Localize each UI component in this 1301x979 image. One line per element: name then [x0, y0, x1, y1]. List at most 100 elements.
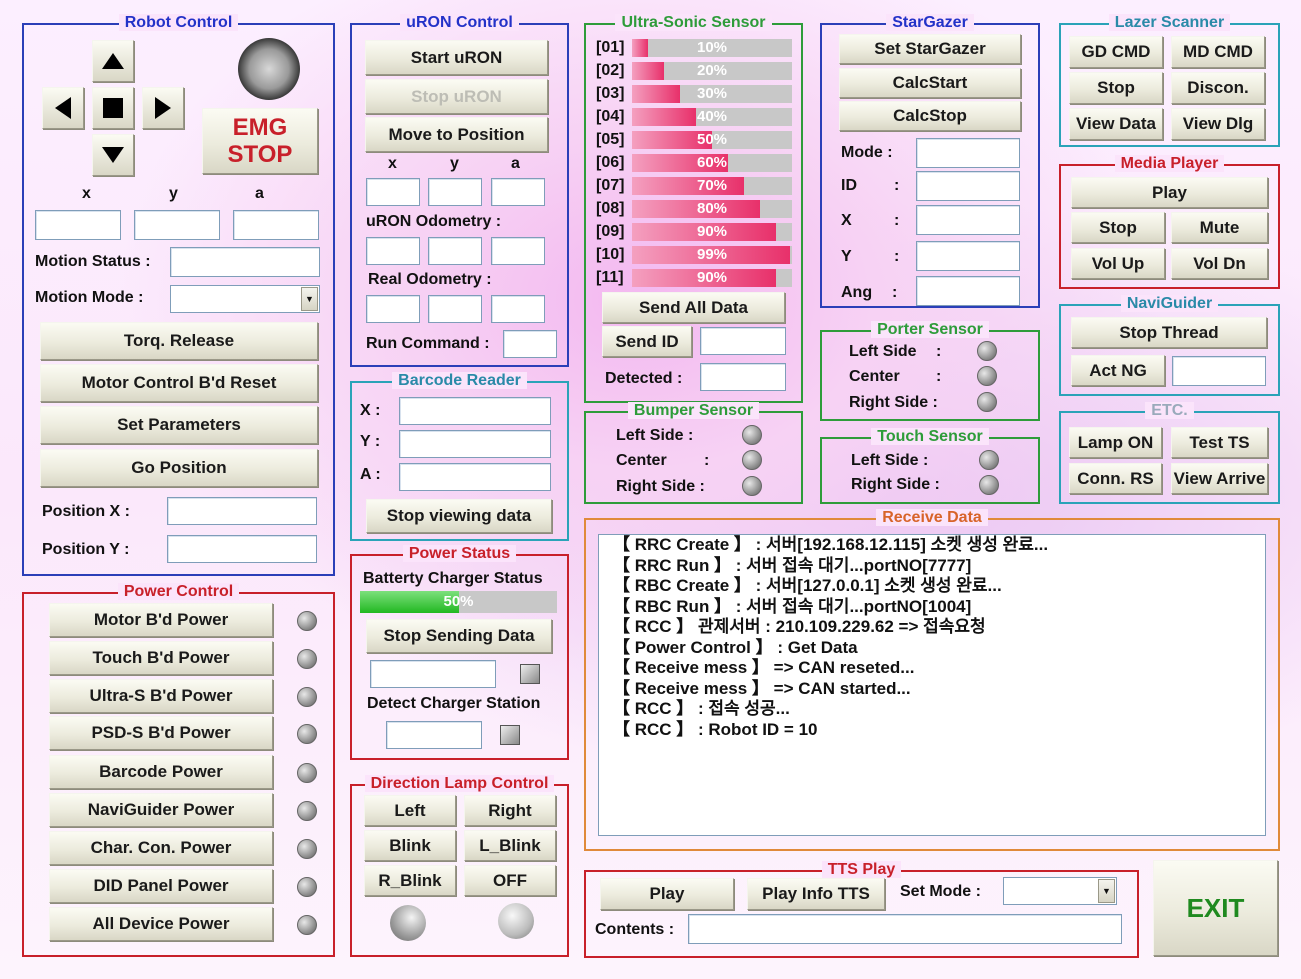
- lazer-discon-button[interactable]: Discon.: [1171, 72, 1265, 104]
- lamp-l-blink-button[interactable]: L_Blink: [464, 830, 556, 861]
- motion-mode-label: Motion Mode :: [35, 289, 144, 306]
- charger-status-field: [370, 660, 496, 688]
- stop-thread-button[interactable]: Stop Thread: [1071, 317, 1267, 348]
- ultrasonic-percent-text: 90%: [696, 269, 728, 286]
- media-mute-button[interactable]: Mute: [1171, 212, 1268, 243]
- porter-right-led: [977, 392, 997, 412]
- log-line: 【 RBC Run 】 : 서버 접속 대기...portNO[1004]: [613, 596, 972, 616]
- go-position-button[interactable]: Go Position: [40, 449, 318, 487]
- act-ng-input[interactable]: [1172, 356, 1266, 386]
- lazer-stop-button[interactable]: Stop: [1069, 72, 1163, 104]
- uron-y-input[interactable]: [428, 178, 482, 206]
- md-cmd-button[interactable]: MD CMD: [1171, 36, 1265, 68]
- view-data-button[interactable]: View Data: [1069, 108, 1163, 140]
- gd-cmd-button[interactable]: GD CMD: [1069, 36, 1163, 68]
- ultrasonic-row: [10] 99%: [596, 245, 792, 265]
- motion-mode-select[interactable]: ▼: [170, 285, 320, 313]
- porter-sensor-title: Porter Sensor: [871, 321, 989, 338]
- vol-dn-button[interactable]: Vol Dn: [1171, 248, 1268, 279]
- torq-release-button[interactable]: Torq. Release: [40, 322, 318, 360]
- ultrasonic-row: [06] 60%: [596, 153, 792, 173]
- log-line: 【 RCC 】 : Robot ID = 10: [613, 719, 818, 739]
- power-item-button[interactable]: Motor B'd Power: [49, 603, 273, 637]
- exit-button[interactable]: EXIT: [1153, 860, 1278, 956]
- uron-a-input[interactable]: [491, 178, 545, 206]
- power-status-led: [297, 724, 317, 744]
- ultrasonic-bar: 60%: [632, 154, 792, 172]
- emg-stop-button[interactable]: EMG STOP: [202, 108, 318, 174]
- move-right-button[interactable]: [142, 87, 184, 129]
- power-item-button[interactable]: Touch B'd Power: [49, 641, 273, 675]
- power-item-button[interactable]: Char. Con. Power: [49, 831, 273, 865]
- media-stop-button[interactable]: Stop: [1071, 212, 1165, 243]
- conn-rs-button[interactable]: Conn. RS: [1069, 463, 1162, 494]
- stargazer-y-field: [916, 241, 1020, 271]
- send-id-input[interactable]: [700, 327, 786, 355]
- power-item-button[interactable]: NaviGuider Power: [49, 793, 273, 827]
- start-uron-button[interactable]: Start uRON: [365, 40, 548, 75]
- stargazer-x-colon: :: [894, 212, 900, 229]
- move-to-position-button[interactable]: Move to Position: [365, 117, 548, 152]
- power-item-button[interactable]: Ultra-S B'd Power: [49, 679, 273, 713]
- send-id-button[interactable]: Send ID: [602, 326, 692, 357]
- power-item-button[interactable]: DID Panel Power: [49, 869, 273, 903]
- stop-move-button[interactable]: [92, 87, 134, 129]
- motor-reset-button[interactable]: Motor Control B'd Reset: [40, 364, 318, 402]
- ultrasonic-row: [09] 90%: [596, 222, 792, 242]
- direction-lamp-title: Direction Lamp Control: [364, 775, 555, 792]
- position-x-label: Position X :: [42, 503, 130, 520]
- view-arrive-button[interactable]: View Arrive: [1171, 463, 1268, 494]
- ultrasonic-bar: 90%: [632, 269, 792, 287]
- run-command-input[interactable]: [503, 330, 557, 358]
- contents-input[interactable]: [688, 914, 1122, 944]
- lamp-blink-button[interactable]: Blink: [364, 830, 456, 861]
- robot-x-input[interactable]: [35, 210, 121, 240]
- send-all-data-button[interactable]: Send All Data: [602, 292, 785, 323]
- bumper-center-colon: :: [704, 452, 710, 469]
- real-odometry-x: [366, 295, 420, 323]
- position-x-input[interactable]: [167, 497, 317, 525]
- media-play-button[interactable]: Play: [1071, 177, 1268, 208]
- move-left-button[interactable]: [42, 87, 84, 129]
- lamp-r-blink-button[interactable]: R_Blink: [364, 865, 456, 896]
- vol-up-button[interactable]: Vol Up: [1071, 248, 1165, 279]
- lamp-right-button[interactable]: Right: [464, 795, 556, 826]
- lamp-left-button[interactable]: Left: [364, 795, 456, 826]
- robot-y-label: y: [169, 185, 178, 202]
- power-item-button[interactable]: All Device Power: [49, 907, 273, 941]
- act-ng-button[interactable]: Act NG: [1071, 355, 1165, 386]
- set-stargazer-button[interactable]: Set StarGazer: [839, 34, 1021, 64]
- power-item-button[interactable]: PSD-S B'd Power: [49, 716, 273, 750]
- set-mode-select[interactable]: ▼: [1003, 877, 1117, 905]
- barcode-a-field: [399, 463, 551, 491]
- stop-sending-data-button[interactable]: Stop Sending Data: [366, 619, 552, 653]
- stop-uron-button[interactable]: Stop uRON: [365, 79, 548, 114]
- calc-start-button[interactable]: CalcStart: [839, 68, 1021, 98]
- porter-center-colon: :: [936, 368, 942, 385]
- bumper-sensor-title: Bumper Sensor: [627, 402, 760, 419]
- uron-odometry-label: uRON Odometry :: [366, 213, 502, 230]
- move-up-button[interactable]: [92, 40, 134, 82]
- tts-play-button[interactable]: Play: [600, 878, 734, 910]
- move-down-button[interactable]: [92, 134, 134, 176]
- robot-y-input[interactable]: [134, 210, 220, 240]
- bumper-right-led: [742, 476, 762, 496]
- position-y-input[interactable]: [167, 535, 317, 563]
- receive-log-box[interactable]: 【 RRC Create 】 : 서버[192.168.12.115] 소켓 생…: [598, 534, 1266, 836]
- stargazer-mode-field: [916, 138, 1020, 168]
- calc-stop-button[interactable]: CalcStop: [839, 101, 1021, 131]
- lamp-on-button[interactable]: Lamp ON: [1069, 427, 1162, 458]
- uron-x-input[interactable]: [366, 178, 420, 206]
- set-parameters-button[interactable]: Set Parameters: [40, 406, 318, 444]
- real-odometry-y: [428, 295, 482, 323]
- play-info-tts-button[interactable]: Play Info TTS: [747, 878, 885, 910]
- stargazer-id-field: [916, 171, 1020, 201]
- test-ts-button[interactable]: Test TS: [1171, 427, 1268, 458]
- view-dlg-button[interactable]: View Dlg: [1171, 108, 1265, 140]
- power-control-title: Power Control: [117, 583, 240, 600]
- lamp-off-button[interactable]: OFF: [464, 865, 556, 896]
- stargazer-id-label: ID: [841, 177, 857, 194]
- stop-viewing-data-button[interactable]: Stop viewing data: [366, 499, 552, 533]
- robot-a-input[interactable]: [233, 210, 319, 240]
- power-item-button[interactable]: Barcode Power: [49, 755, 273, 789]
